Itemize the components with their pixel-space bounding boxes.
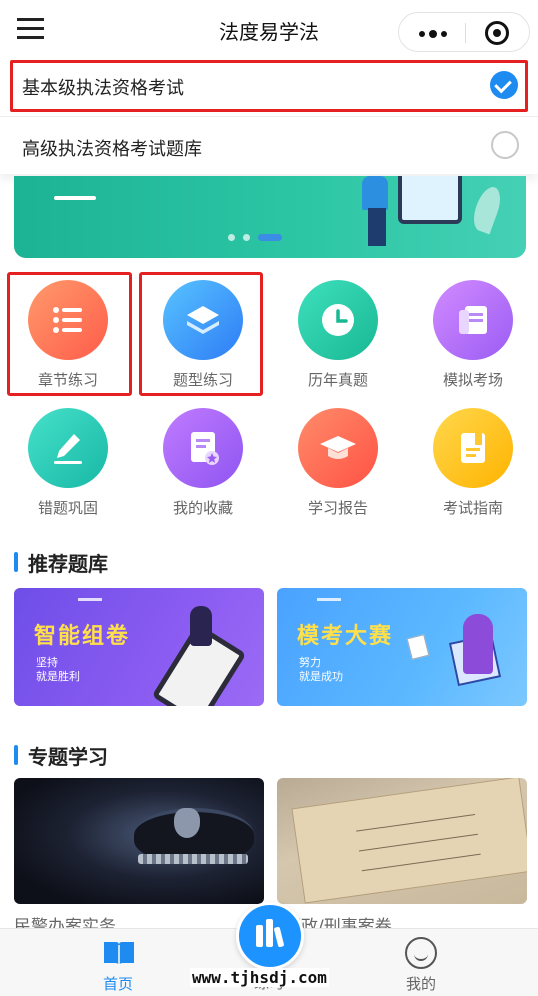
- topic-card-case-files[interactable]: [277, 778, 527, 904]
- case-file-image: [291, 778, 527, 904]
- grid-item-favorites[interactable]: 我的收藏: [143, 408, 263, 528]
- clock-icon: [298, 280, 378, 360]
- banner-person-legs: [368, 208, 386, 246]
- recommend-card-mock-contest[interactable]: 模考大赛 努力 就是成功: [277, 588, 527, 706]
- practice-fab-button[interactable]: [236, 902, 304, 970]
- paper-illustration: [406, 634, 430, 660]
- police-badge-image: [174, 808, 200, 838]
- exam-option-basic[interactable]: 基本级执法资格考试: [0, 58, 538, 114]
- grid-item-study-report[interactable]: 学习报告: [278, 408, 398, 528]
- pencil-icon: [28, 408, 108, 488]
- tab-home[interactable]: 首页: [78, 935, 158, 993]
- card-decoration: [78, 598, 102, 601]
- smile-icon: [405, 937, 437, 969]
- grid-item-label: 历年真题: [307, 371, 368, 389]
- banner-screen: [398, 176, 462, 224]
- grid-item-mock-exam[interactable]: 模拟考场: [413, 280, 533, 400]
- card-subtitle: 就是胜利: [36, 670, 80, 683]
- card-title: 智能组卷: [34, 624, 131, 649]
- carousel-dot: [243, 234, 250, 241]
- tab-label: 首页: [102, 975, 133, 993]
- carousel-dot-active: [258, 234, 282, 241]
- radio-icon[interactable]: [491, 131, 519, 159]
- card-subtitle: 就是成功: [299, 670, 343, 683]
- book-icon: [104, 942, 134, 965]
- favorite-doc-icon: [163, 408, 243, 488]
- person-illustration: [463, 614, 493, 674]
- exam-option-advanced[interactable]: 高级执法资格考试题库: [0, 116, 538, 174]
- checkmark-icon: [490, 71, 518, 99]
- highlight-frame: [7, 272, 132, 396]
- cap-band-image: [138, 854, 248, 864]
- more-icon[interactable]: [419, 30, 447, 38]
- grid-item-wrong-review[interactable]: 错题巩固: [8, 408, 128, 528]
- highlight-frame: [139, 272, 263, 396]
- tab-me[interactable]: 我的: [381, 935, 461, 993]
- carousel-indicator: [228, 234, 282, 241]
- grid-item-exam-guide[interactable]: 考试指南: [413, 408, 533, 528]
- grid-item-label: 模拟考场: [442, 371, 503, 389]
- banner-leaf: [468, 183, 506, 235]
- tab-label: 我的: [405, 975, 436, 993]
- grid-item-label: 错题巩固: [37, 499, 98, 517]
- grid-item-past-exams[interactable]: 历年真题: [278, 280, 398, 400]
- carousel-dot: [228, 234, 235, 241]
- graduation-cap-icon: [298, 408, 378, 488]
- banner-carousel[interactable]: [14, 176, 526, 258]
- section-title-recommended: 推荐题库: [14, 548, 108, 577]
- topic-card-police-cases[interactable]: [14, 778, 264, 904]
- grid-item-label: 我的收藏: [172, 499, 233, 517]
- exam-option-label: 高级执法资格考试题库: [22, 139, 202, 160]
- exam-option-label: 基本级执法资格考试: [22, 78, 184, 99]
- grid-item-label: 考试指南: [442, 499, 503, 517]
- card-decoration: [317, 598, 341, 601]
- capsule-divider: [465, 23, 466, 43]
- banner-decoration: [54, 196, 96, 200]
- guide-book-icon: [433, 408, 513, 488]
- banner-person: [362, 176, 388, 210]
- close-target-icon[interactable]: [485, 21, 509, 45]
- scroll-icon: [433, 280, 513, 360]
- recommend-card-smart-paper[interactable]: 智能组卷 坚持 就是胜利: [14, 588, 264, 706]
- person-illustration: [190, 606, 212, 646]
- books-icon: [256, 919, 284, 948]
- nav-header: 法度易学法: [0, 0, 538, 58]
- section-title-topics: 专题学习: [14, 741, 108, 770]
- grid-item-label: 学习报告: [307, 499, 368, 517]
- card-title: 模考大赛: [297, 624, 394, 649]
- mini-program-capsule: [398, 12, 530, 52]
- watermark-text: www.tjhsdj.com: [190, 968, 329, 987]
